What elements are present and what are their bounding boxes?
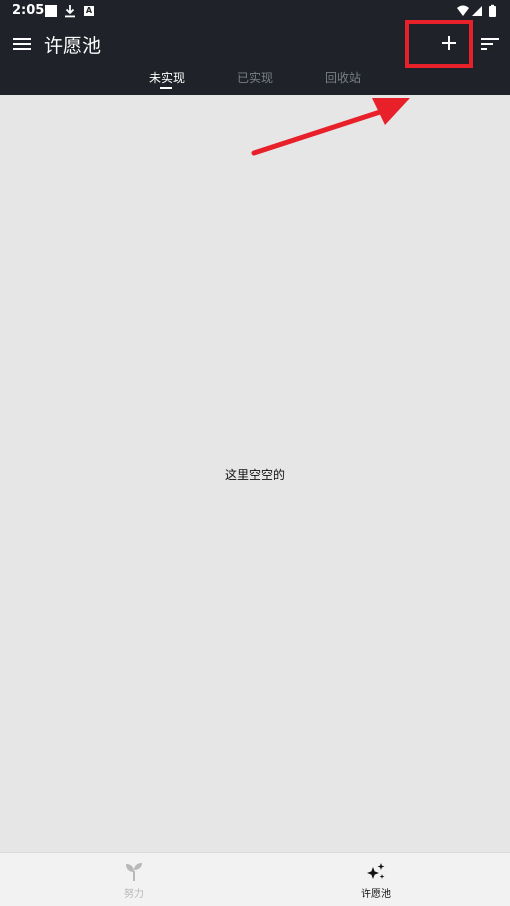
- sparkles-icon: [367, 863, 385, 879]
- empty-state-message: 这里空空的: [224, 468, 285, 482]
- sort-button[interactable]: [478, 32, 502, 56]
- tab-indicator: [160, 87, 172, 89]
- wifi-icon: [457, 5, 469, 16]
- nav-label-effort: 努力: [124, 889, 144, 900]
- tab-unfulfilled[interactable]: 未实现: [149, 69, 185, 86]
- status-bar: 2:05 A: [0, 0, 510, 22]
- nav-label-wishing-pool: 许愿池: [361, 889, 391, 900]
- signal-icon: [472, 6, 482, 16]
- page-title: 许愿池: [44, 35, 102, 57]
- status-time: 2:05: [12, 3, 45, 18]
- nav-item-effort[interactable]: 努力: [94, 861, 174, 900]
- annotation-highlight-box: [405, 20, 473, 68]
- status-right-icons: [457, 4, 496, 17]
- bottom-navigation: 努力 许愿池: [0, 852, 510, 906]
- notification-square-icon: [45, 5, 57, 17]
- sprout-icon: [126, 863, 142, 881]
- battery-icon: [489, 6, 496, 17]
- tab-bar: 未实现 已实现 回收站: [0, 67, 510, 95]
- a-badge-icon: A: [84, 6, 94, 16]
- nav-item-wishing-pool[interactable]: 许愿池: [336, 861, 416, 900]
- tab-recycle-bin[interactable]: 回收站: [325, 69, 361, 86]
- download-icon: [65, 5, 75, 18]
- wish-list-area[interactable]: 这里空空的: [0, 95, 510, 852]
- tab-fulfilled[interactable]: 已实现: [237, 69, 273, 86]
- sort-icon: [481, 38, 499, 50]
- hamburger-menu-icon[interactable]: [10, 32, 34, 56]
